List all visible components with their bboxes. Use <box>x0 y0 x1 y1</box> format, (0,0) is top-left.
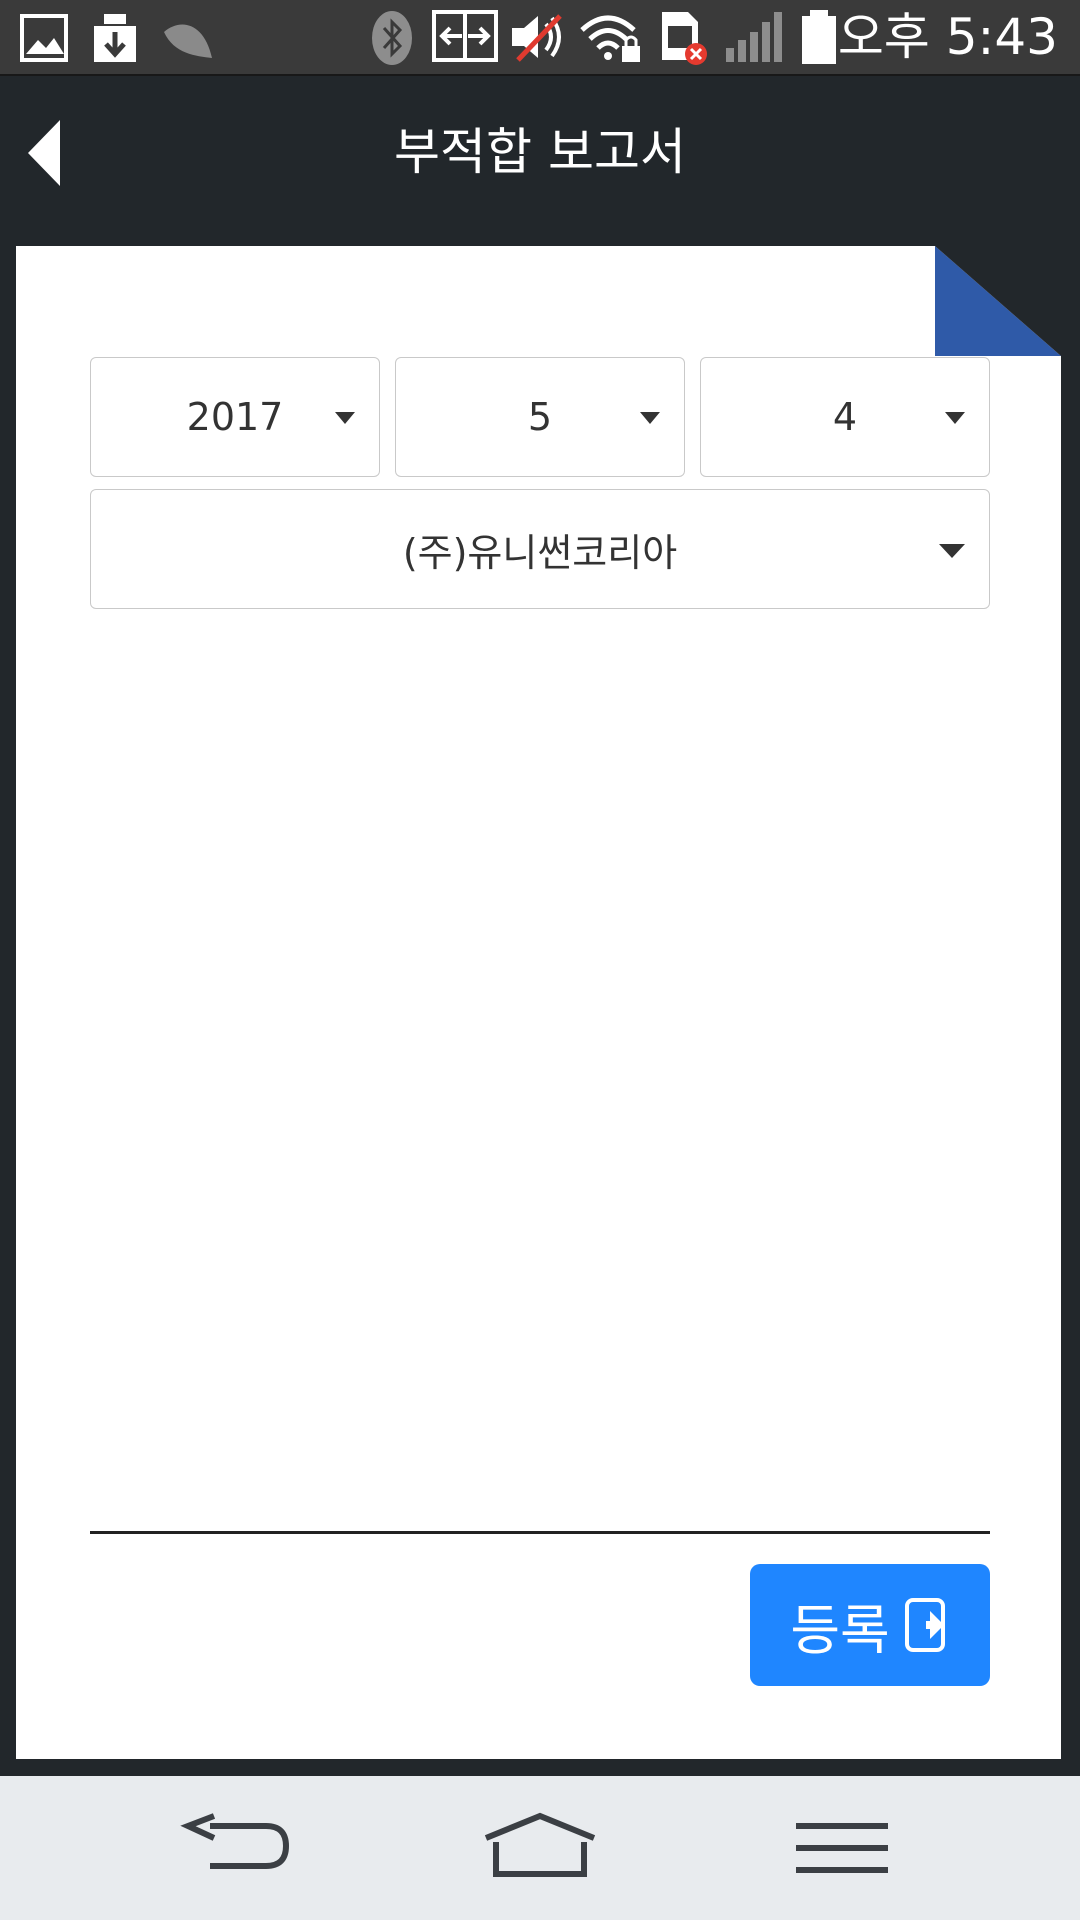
status-time: 오후 5:43 <box>837 8 1058 66</box>
volume-muted-icon <box>512 14 562 62</box>
gallery-icon <box>20 14 68 62</box>
sim-error-icon <box>662 12 707 65</box>
navigation-bar <box>0 1776 1080 1920</box>
divider <box>90 1531 990 1534</box>
chevron-down-icon <box>640 412 660 424</box>
app-header: 부적합 보고서 <box>0 76 1080 246</box>
data-transfer-icon <box>432 10 498 62</box>
wifi-lock-icon <box>580 15 640 62</box>
page-title: 부적합 보고서 <box>394 123 686 181</box>
home-icon[interactable] <box>482 1812 598 1884</box>
bluetooth-icon <box>372 11 412 65</box>
report-card: 2017 5 4 (주)유니썬코리아 등록 <box>16 246 1061 1759</box>
register-label: 등록 <box>790 1598 890 1662</box>
signal-icon <box>726 12 782 62</box>
year-select[interactable]: 2017 <box>90 357 380 477</box>
day-select[interactable]: 4 <box>700 357 990 477</box>
leaf-icon <box>164 24 212 59</box>
menu-icon[interactable] <box>794 1812 890 1884</box>
chevron-down-icon <box>335 412 355 424</box>
chevron-down-icon <box>945 412 965 424</box>
exit-icon <box>904 1598 945 1652</box>
chevron-down-icon <box>939 544 965 558</box>
company-select[interactable]: (주)유니썬코리아 <box>90 489 990 609</box>
download-icon <box>94 14 136 62</box>
register-button[interactable]: 등록 <box>750 1564 990 1686</box>
company-value: (주)유니썬코리아 <box>402 530 678 575</box>
month-select[interactable]: 5 <box>395 357 685 477</box>
back-nav-icon[interactable] <box>180 1812 294 1884</box>
page-fold-icon <box>935 246 1061 356</box>
status-bar: 오후 5:43 <box>0 0 1080 76</box>
battery-icon <box>802 10 836 64</box>
